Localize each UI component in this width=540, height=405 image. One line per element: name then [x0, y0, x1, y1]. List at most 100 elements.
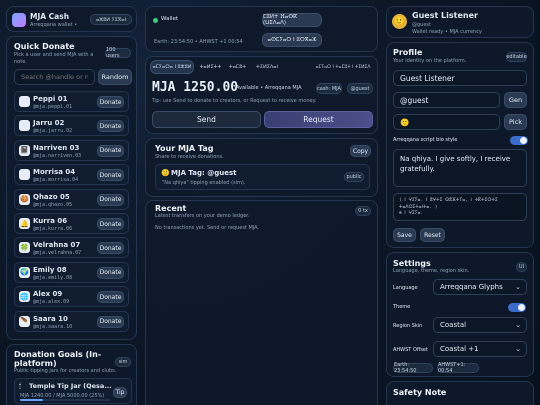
- wallet-tip: Tip: use Send to donate to creators, or …: [152, 98, 317, 104]
- tip-button[interactable]: Tip: [113, 387, 127, 398]
- creator-handle: @mja.qhazo.05: [33, 201, 73, 208]
- goal-progress-track: [20, 399, 110, 401]
- creator-avatar-icon: 🪶: [19, 315, 30, 327]
- script-bio-label: Arreqqana script bio style: [393, 137, 458, 143]
- wallet-label: Wallet: [161, 16, 179, 22]
- creator-avatar-icon: 🌐: [19, 291, 30, 303]
- donate-button[interactable]: Donate: [97, 120, 124, 133]
- creator-row[interactable]: 🐱 Peppi 01 @mja.peppi.01 Donate: [14, 91, 129, 112]
- creator-name: Emily 08: [33, 265, 67, 274]
- quick-donate-title: Quick Donate: [14, 42, 75, 51]
- app-title: MJA Cash: [30, 12, 70, 21]
- tab-history[interactable]: ⵜⴰⵎⵓⵜ: [225, 60, 250, 74]
- chevron-down-icon: ⌄: [515, 345, 521, 353]
- language-value: Arreqqana Glyphs: [440, 283, 503, 291]
- save-button[interactable]: Save: [393, 228, 416, 242]
- balance-amount: MJA 1250.00: [152, 80, 239, 95]
- profile-header-panel: 🙂 Guest Listener @guest Wallet ready • M…: [386, 6, 534, 38]
- region-select[interactable]: Coastal ⌄: [433, 317, 527, 333]
- quick-donate-panel: Quick Donate Pick a user and send MJA wi…: [6, 36, 137, 340]
- avatar-field[interactable]: 🙂: [393, 114, 500, 130]
- goal-progress-fill: [20, 399, 43, 401]
- script-bio-toggle[interactable]: [510, 136, 528, 145]
- donate-button[interactable]: Donate: [97, 193, 124, 206]
- random-button[interactable]: Random: [98, 69, 132, 85]
- request-button[interactable]: Request: [264, 111, 373, 128]
- creator-handle: @mja.jarru.02: [33, 128, 73, 135]
- creator-row[interactable]: 🔔 Kurra 06 @mja.kurra.06 Donate: [14, 213, 129, 234]
- creator-row[interactable]: 🌐 Alex 09 @mja.alex.09 Donate: [14, 286, 129, 308]
- profile-avatar: 🙂: [392, 14, 407, 29]
- creator-row[interactable]: 📓 Narriven 03 @mja.narriven.03 Donate: [14, 139, 129, 161]
- creator-row[interactable]: ✴ Morrisa 04 @mja.morrisa.04 Donate: [14, 164, 129, 186]
- mja-tag-panel: Your MJA Tag Share to receive donations.…: [145, 138, 378, 197]
- tag-card: 🙂 MJA Tag: @guest "Na qhiya" tipping ena…: [155, 164, 370, 190]
- gen-button[interactable]: Gen: [504, 92, 527, 108]
- creator-handle: @mja.kurra.06: [33, 226, 73, 232]
- settings-title: Settings: [393, 259, 431, 268]
- creator-handle: @mja.emily.08: [33, 274, 73, 281]
- settings-ui-badge: UI: [516, 262, 527, 272]
- copy-button[interactable]: Copy: [350, 145, 371, 157]
- creator-name: Saara 10: [33, 314, 68, 323]
- profile-name: Guest Listener: [412, 11, 478, 20]
- donate-button[interactable]: Donate: [97, 315, 124, 328]
- tab-transfers[interactable]: ⵜⴰⵍⵉⵜⵜ: [198, 60, 223, 74]
- creator-handle: @mja.velrahna.07: [33, 250, 82, 257]
- creator-row[interactable]: 🖼 Jarru 02 @mja.jarru.02 Donate: [14, 115, 129, 137]
- app-header-panel: MJA Cash Arreqqana wallet • ⴰⵣⵓⵍ ⵢⵉⴳⴰⵏ: [6, 6, 137, 32]
- donate-button[interactable]: Donate: [97, 218, 124, 230]
- donate-button[interactable]: Donate: [97, 266, 124, 279]
- tab-overview[interactable]: ⴰⵎⵢⴰⵔⴰ ⵏ ⵓⵣⵓⵍ: [150, 60, 194, 74]
- pick-button[interactable]: Pick: [504, 114, 527, 130]
- reset-button[interactable]: Reset: [420, 228, 445, 242]
- creator-avatar-icon: ✴: [19, 169, 30, 181]
- recent-count-badge: 0 tx: [355, 206, 371, 216]
- display-name-field[interactable]: Guest Listener: [393, 70, 527, 86]
- send-button[interactable]: Send: [152, 111, 261, 128]
- recent-empty-text: No transactions yet. Send or request MJA…: [155, 225, 260, 231]
- donate-button[interactable]: Donate: [97, 242, 124, 255]
- donate-button[interactable]: Donate: [97, 169, 124, 182]
- app-logo: [12, 13, 26, 27]
- settings-description: Language, theme, region skin.: [393, 268, 470, 274]
- creator-name: Qhazo 05: [33, 192, 70, 201]
- creator-row[interactable]: 🍀 Velrahna 07 @mja.velrahna.07 Donate: [14, 237, 129, 259]
- donate-button[interactable]: Donate: [97, 291, 124, 304]
- offset-value: Coastal +1: [440, 345, 479, 353]
- settings-panel: Settings Language, theme, region skin. U…: [386, 252, 534, 377]
- tag-description: Share to receive donations.: [155, 154, 224, 160]
- tab-info[interactable]: ⴰⵎⵢⴰⵔ ⵏ ⵜⴰⵎⵓⵜ ⵏ ⵜⵉⵍⵉⴷ: [310, 60, 376, 74]
- quick-donate-description: Pick a user and send MJA with a note.: [14, 52, 94, 65]
- creator-row[interactable]: 🪶 Saara 10 @mja.saara.10 Donate: [14, 310, 129, 332]
- offset-label: AHWST Offset: [393, 347, 428, 353]
- goals-sim-badge: sim: [115, 357, 131, 367]
- bio-textarea[interactable]: Na qhiya. I give softly, I receive grate…: [393, 149, 527, 187]
- recent-panel: Recent Latest transfers on your demo led…: [145, 200, 378, 405]
- donate-button[interactable]: Donate: [97, 96, 124, 108]
- tab-settings[interactable]: ⵜⵉⵍⵉⴷⴰⵏ: [252, 60, 282, 74]
- creator-handle: @mja.alex.09: [33, 299, 70, 306]
- script-button-bottom[interactable]: ⴰⵙⵎⵢⴰⵔ ⵏ ⵓⵔⴳⴰⵣ: [262, 33, 322, 47]
- theme-toggle[interactable]: [508, 303, 526, 312]
- creator-handle: @mja.narriven.03: [33, 152, 82, 159]
- handle-field[interactable]: @guest: [393, 92, 500, 108]
- balance-available: Available • Arreqqana MJA: [236, 85, 302, 91]
- language-select[interactable]: Arreqqana Glyphs ⌄: [433, 279, 527, 295]
- search-input[interactable]: [14, 69, 95, 85]
- app-status-badge: ⴰⵣⵓⵍ ⵢⵉⴳⴰⵏ: [90, 14, 132, 25]
- public-badge: public: [344, 172, 364, 182]
- wallet-panel: ⴰⵎⵢⴰⵔⴰ ⵏ ⵓⵣⵓⵍ ⵜⴰⵍⵉⵜⵜ ⵜⴰⵎⵓⵜ ⵜⵉⵍⵉⴷⴰⵏ ⴰⵎⵢⴰⵔ…: [145, 56, 378, 134]
- donate-button[interactable]: Donate: [97, 144, 124, 157]
- script-button-top[interactable]: ⵎⵓⵍⵜ ⴼⴰⵙⴽ (ⵡⵉⴷⴰⴷ): [262, 13, 322, 27]
- wallet-header-panel: Wallet Earth: 23:54:50 • AHWST +1 00:54 …: [145, 6, 378, 52]
- bio-script-preview: ( ⵏ ⵖⵉⵢⴰ. ⵏ ⵓⵖⵜⵉ ⵙⵓⴼⵜⵢⴰ, ⵏ ⵜⴽⵜⵉⵔⵜⵉ ⵜⴰⴷⵔⵉ…: [393, 193, 527, 221]
- offset-select[interactable]: Coastal +1 ⌄: [433, 341, 527, 357]
- creator-avatar-icon: 🍀: [19, 242, 30, 254]
- creator-row[interactable]: 🍪 Qhazo 05 @mja.qhazo.05 Donate: [14, 188, 129, 210]
- tag-sub: "Na qhiya" tipping enabled (sim).: [162, 180, 246, 186]
- goals-title: Donation Goals (In-platform): [14, 350, 102, 368]
- region-label: Region Skin: [393, 323, 423, 329]
- region-value: Coastal: [440, 321, 467, 329]
- creator-row[interactable]: 🌍 Emily 08 @mja.emily.08 Donate: [14, 261, 129, 283]
